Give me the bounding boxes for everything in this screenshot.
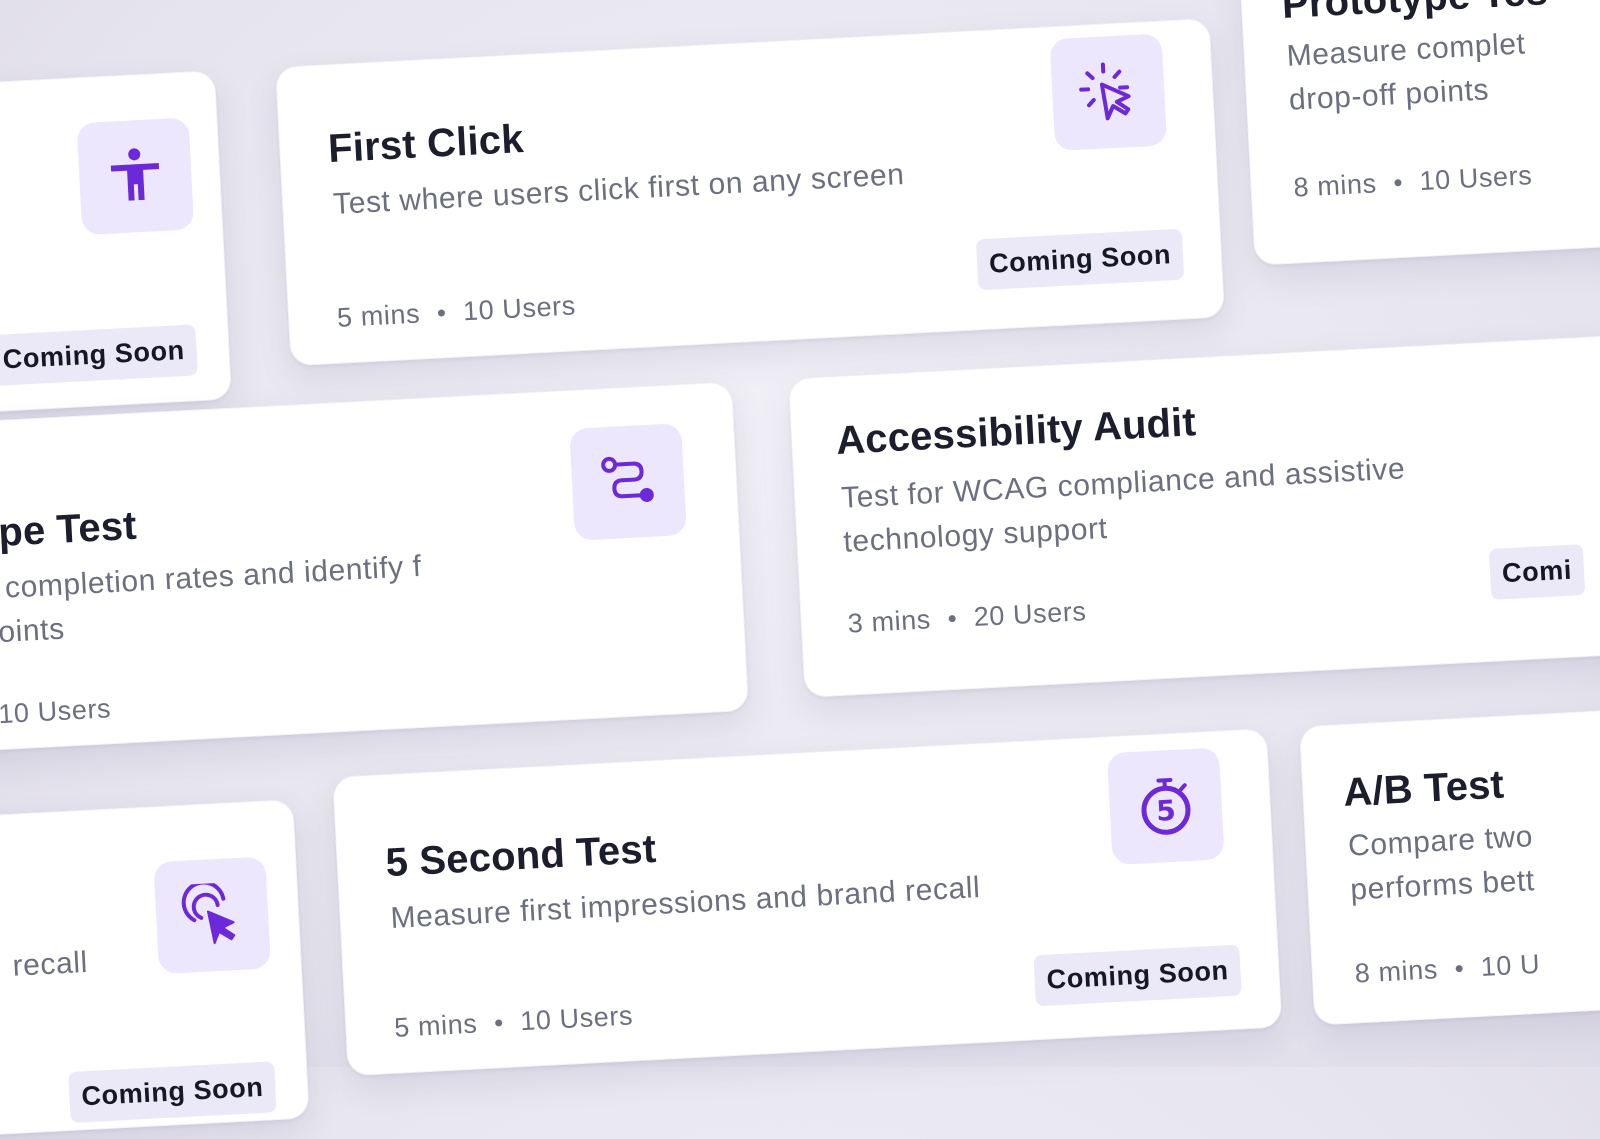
card-five-second-test[interactable]: 5 Second Test Measure first impressions …: [332, 728, 1282, 1077]
separator-dot: [1394, 179, 1401, 186]
prototype-icon-box: [569, 423, 687, 541]
coming-soon-badge: Coming Soon: [976, 229, 1184, 291]
duration-label: 3 mins: [847, 604, 932, 639]
duration-label: 8 mins: [1354, 954, 1439, 989]
card-accessibility-audit[interactable]: Accessibility Audit Test for WCAG compli…: [788, 333, 1600, 698]
separator-dot: [438, 309, 445, 316]
coming-soon-badge: Comi: [1489, 544, 1585, 600]
five-second-icon-box: 5: [1107, 747, 1225, 865]
coming-soon-badge: Coming Soon: [0, 324, 198, 386]
card-accessibility-partial[interactable]: n Coming Soon: [0, 70, 232, 416]
card-description: Compare two performs bett: [1347, 812, 1600, 913]
card-title: 5 Second Test: [385, 827, 658, 886]
stopwatch-five-icon: 5: [1132, 773, 1199, 840]
users-label: 20 Users: [973, 596, 1087, 633]
tap-icon-box: [153, 856, 271, 974]
card-title: Accessibility Audit: [835, 400, 1197, 464]
users-label: 10 Users: [462, 290, 576, 327]
accessibility-icon-box: [77, 117, 195, 235]
card-meta: 8 mins 10 U: [1354, 949, 1541, 990]
card-description: Test for WCAG compliance and assistive t…: [840, 443, 1484, 564]
card-first-click[interactable]: First Click Test where users click first…: [275, 18, 1225, 367]
duration-label: 8 mins: [1293, 168, 1378, 203]
users-label: 10 U: [1480, 949, 1541, 983]
users-label: 10 Users: [0, 693, 112, 730]
separator-dot: [495, 1019, 502, 1026]
card-description: e completion rates and identify f points: [0, 541, 502, 656]
card-title: A/B Test: [1342, 763, 1505, 816]
separator-dot: [1456, 965, 1463, 972]
duration-label: 5 mins: [336, 299, 421, 334]
svg-text:5: 5: [1155, 794, 1176, 828]
card-meta: 10 Users: [0, 693, 112, 731]
card-meta: 8 mins 10 Users: [1293, 160, 1533, 203]
tap-target-icon: [179, 882, 246, 949]
card-prototype-partial-top[interactable]: Prototype Tes Measure complet drop-off p…: [1239, 0, 1600, 266]
first-click-icon-box: [1049, 33, 1167, 151]
accessibility-person-icon: [102, 143, 169, 210]
coming-soon-badge: Coming Soon: [68, 1061, 276, 1123]
coming-soon-badge: Coming Soon: [1033, 945, 1241, 1007]
card-tap-partial[interactable]: recall Coming Soon: [0, 799, 310, 1137]
card-title: First Click: [327, 117, 525, 172]
card-meta: 5 mins 10 Users: [394, 1000, 634, 1043]
separator-dot: [949, 615, 956, 622]
card-meta: 5 mins 10 Users: [336, 290, 576, 333]
card-prototype-test[interactable]: ype Test e completion rates and identify…: [0, 381, 749, 755]
users-label: 10 Users: [1419, 160, 1533, 197]
card-ab-test-partial[interactable]: A/B Test Compare two performs bett 8 min…: [1299, 705, 1600, 1026]
card-title: ype Test: [0, 504, 138, 557]
route-path-icon: [594, 448, 661, 515]
card-meta: 3 mins 20 Users: [847, 596, 1087, 639]
click-cursor-icon: [1075, 59, 1142, 126]
duration-label: 5 mins: [394, 1009, 479, 1044]
card-description: Measure complet drop-off points: [1286, 20, 1570, 123]
card-description: recall: [11, 941, 88, 989]
card-grid: n Coming Soon First Click Test where use…: [0, 0, 1600, 1108]
users-label: 10 Users: [519, 1000, 633, 1037]
